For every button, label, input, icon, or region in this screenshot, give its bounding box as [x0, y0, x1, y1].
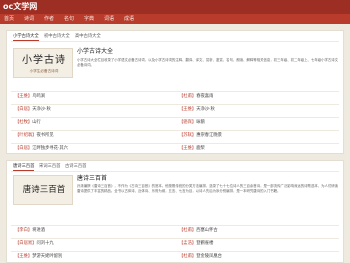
primary-poems-card: 小学古诗大全 初中古诗大全 高中古诗大全 小学古诗 小学生必备古诗词 小学古诗大…	[6, 30, 344, 154]
main-nav: 首页 诗词 作者 名句 字典 词语 成语	[0, 14, 350, 24]
nav-poems[interactable]: 诗词	[24, 15, 34, 23]
poem-link[interactable]: 鹿柴	[196, 146, 205, 151]
book-title[interactable]: 唐诗三百首	[77, 175, 107, 182]
divider	[11, 117, 339, 118]
tab-divider	[11, 41, 339, 42]
list-item[interactable]: 【孟浩】登鹳雀楼	[179, 241, 213, 247]
list-item[interactable]: 【王维】梦游天姥吟留别	[15, 254, 62, 260]
poem-link[interactable]: 咏鹅	[196, 120, 205, 125]
author-label: 【杜甫】	[179, 94, 197, 99]
author-label: 【王维】	[179, 146, 197, 151]
nav-words[interactable]: 词语	[104, 15, 114, 23]
poem-link[interactable]: 江畔独步寻花·其六	[32, 146, 68, 151]
book-cover[interactable]: 小学古诗 小学生必备古诗词	[13, 48, 73, 78]
tab-divider	[11, 171, 339, 172]
divider	[11, 104, 339, 105]
list-item[interactable]: 【王维】天净沙·秋	[179, 107, 215, 113]
poem-link[interactable]: 山行	[32, 120, 41, 125]
nav-dictionary[interactable]: 字典	[84, 15, 94, 23]
site-header: oc文学网	[0, 0, 350, 14]
poem-link[interactable]: 鸟鸣涧	[32, 94, 45, 99]
list-row: 【王维】梦游天姥吟留别 【杜甫】登金陵凤凰台	[11, 253, 339, 261]
poem-link[interactable]: 天净沙·秋	[196, 107, 215, 112]
tab-tang-poems[interactable]: 唐诗三百首	[13, 164, 35, 171]
author-label: 【苏轼】	[179, 133, 197, 138]
poem-link[interactable]: 西塞山怀古	[196, 228, 217, 233]
tab-song-ci[interactable]: 宋词三百首	[39, 164, 60, 170]
author-label: 【李白】	[15, 228, 33, 233]
author-label: 【白居】	[15, 107, 33, 112]
author-label: 【白居易】	[15, 241, 37, 246]
list-row: 【白居】天净沙·秋 【王维】天净沙·秋	[11, 106, 339, 114]
divider	[11, 225, 339, 226]
list-item[interactable]: 【杜甫】西塞山怀古	[179, 228, 218, 234]
author-label: 【杜甫】	[179, 254, 197, 259]
poem-link[interactable]: 将进酒	[32, 228, 45, 233]
book-title[interactable]: 小学古诗大全	[77, 48, 113, 55]
nav-home[interactable]: 首页	[4, 15, 14, 23]
list-row: 【白居】江畔独步寻花·其六 【王维】鹿柴	[11, 145, 339, 153]
list-row: 【李白】将进酒 【杜甫】西塞山怀古	[11, 227, 339, 235]
divider	[11, 251, 339, 252]
list-row: 【白居易】问刘十九 【孟浩】登鹳雀楼	[11, 240, 339, 248]
poem-link[interactable]: 登金陵凤凰台	[196, 254, 222, 259]
list-item[interactable]: 【骆宾】咏鹅	[179, 120, 205, 126]
author-label: 【王维】	[179, 107, 197, 112]
tang-poems-card: 唐诗三百首 宋词三百首 古诗三百首 唐诗三百首 唐诗三百首 孙洙编撰《唐诗三百首…	[6, 160, 344, 263]
cover-title: 小学古诗	[22, 55, 66, 66]
list-item[interactable]: 【杜牧】山行	[15, 120, 41, 126]
divider	[11, 238, 339, 239]
tab-high-school[interactable]: 高中古诗大全	[75, 34, 101, 40]
poem-link[interactable]: 问刘十九	[36, 241, 53, 246]
list-item[interactable]: 【王维】鹿柴	[179, 146, 205, 152]
author-label: 【白居】	[15, 146, 33, 151]
list-row: 【杜牧】山行 【骆宾】咏鹅	[11, 119, 339, 127]
author-label: 【叶绍翁】	[15, 133, 37, 138]
list-item[interactable]: 【苏轼】惠崇春江晚景	[179, 133, 222, 139]
list-item[interactable]: 【杜甫】春夜喜雨	[179, 94, 213, 100]
author-label: 【骆宾】	[179, 120, 197, 125]
poem-link[interactable]: 夜书所见	[36, 133, 53, 138]
author-label: 【杜甫】	[179, 228, 197, 233]
author-label: 【孟浩】	[179, 241, 197, 246]
list-item[interactable]: 【叶绍翁】夜书所见	[15, 133, 54, 139]
divider	[11, 91, 339, 92]
cover-title: 唐诗三百首	[22, 185, 66, 195]
poem-link[interactable]: 惠崇春江晚景	[196, 133, 222, 138]
list-row: 【叶绍翁】夜书所见 【苏轼】惠崇春江晚景	[11, 132, 339, 140]
book-description: 小学古诗大全栏目收录了小学语文必备古诗词，以及小学古诗词的注释、翻译、译文、赏析…	[77, 58, 339, 67]
tab-primary-school[interactable]: 小学古诗大全	[13, 34, 39, 41]
tab-middle-school[interactable]: 初中古诗大全	[44, 34, 70, 40]
list-item[interactable]: 【杜甫】登金陵凤凰台	[179, 254, 222, 260]
list-item[interactable]: 【白居】江畔独步寻花·其六	[15, 146, 68, 152]
list-item[interactable]: 【李白】将进酒	[15, 228, 45, 234]
tab-ancient-poems[interactable]: 古诗三百首	[65, 164, 86, 170]
book-cover[interactable]: 唐诗三百首	[13, 175, 73, 205]
list-item[interactable]: 【王维】鸟鸣涧	[15, 94, 45, 100]
author-label: 【王维】	[15, 254, 33, 259]
list-item[interactable]: 【白居】天净沙·秋	[15, 107, 51, 113]
nav-quotes[interactable]: 名句	[64, 15, 74, 23]
cover-subtitle: 小学生必备古诗词	[29, 69, 59, 73]
list-row: 【王维】鸟鸣涧 【杜甫】春夜喜雨	[11, 93, 339, 101]
poem-link[interactable]: 天净沙·秋	[32, 107, 51, 112]
divider	[11, 143, 339, 144]
poem-link[interactable]: 登鹳雀楼	[196, 241, 213, 246]
list-item[interactable]: 【白居易】问刘十九	[15, 241, 54, 247]
site-logo[interactable]: oc文学网	[3, 1, 37, 13]
poem-link[interactable]: 春夜喜雨	[196, 94, 213, 99]
nav-idioms[interactable]: 成语	[124, 15, 134, 23]
poem-link[interactable]: 梦游天姥吟留别	[32, 254, 62, 259]
book-description: 孙洙编撰《唐诗三百首》，不作为《古诗三百首》的底本。他按照传统的分类方法编排，选…	[77, 184, 339, 193]
divider	[11, 130, 339, 131]
nav-authors[interactable]: 作者	[44, 15, 54, 23]
author-label: 【王维】	[15, 94, 33, 99]
author-label: 【杜牧】	[15, 120, 33, 125]
